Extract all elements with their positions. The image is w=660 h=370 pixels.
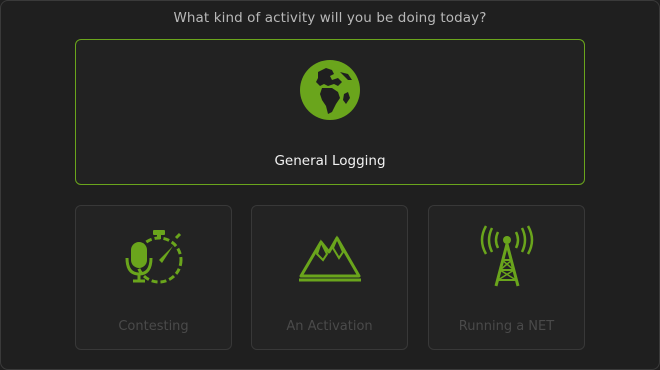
option-label: Running a NET	[458, 319, 555, 334]
option-contesting[interactable]: Contesting	[75, 205, 232, 350]
globe-icon	[300, 60, 360, 120]
option-label: General Logging	[274, 153, 386, 169]
option-running-net[interactable]: Running a NET	[428, 205, 585, 350]
option-general-logging[interactable]: General Logging	[75, 39, 585, 185]
dialog-prompt: What kind of activity will you be doing …	[173, 10, 487, 26]
microphone-stopwatch-icon	[125, 230, 182, 284]
option-label: An Activation	[286, 319, 373, 334]
option-activation[interactable]: An Activation	[251, 205, 408, 350]
radio-tower-icon	[480, 225, 533, 287]
mountain-icon	[298, 235, 361, 282]
option-label: Contesting	[118, 319, 189, 334]
